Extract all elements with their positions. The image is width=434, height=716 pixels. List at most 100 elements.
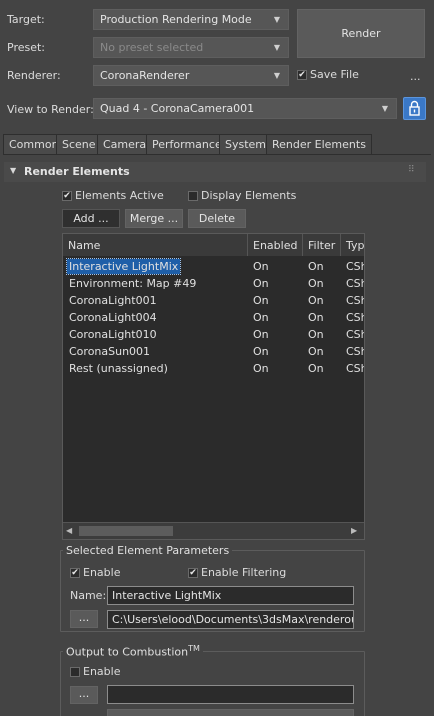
horizontal-scrollbar[interactable]: ◀ ▶ xyxy=(63,522,364,539)
chevron-down-icon: ▼ xyxy=(381,104,388,113)
combustion-enable-checkbox[interactable] xyxy=(70,667,80,677)
cell-enabled: On xyxy=(253,260,269,273)
cell-filter: On xyxy=(308,294,324,307)
merge-button[interactable]: Merge ... xyxy=(125,209,183,228)
table-row[interactable]: CoronaSun001 On On CSh xyxy=(63,343,364,360)
target-dropdown[interactable]: Production Rendering Mode ▼ xyxy=(93,9,289,30)
cell-filter: On xyxy=(308,362,324,375)
lock-view-button[interactable] xyxy=(403,97,426,120)
table-row[interactable]: CoronaLight004 On On CSh xyxy=(63,309,364,326)
cell-enabled: On xyxy=(253,345,269,358)
output-to-combustion-title: Output to CombustionTM xyxy=(63,644,203,659)
render-button[interactable]: Render xyxy=(297,9,425,58)
cell-enabled: On xyxy=(253,311,269,324)
cell-type: CSh xyxy=(346,277,364,290)
renderer-dropdown[interactable]: CoronaRenderer ▼ xyxy=(93,65,289,86)
element-name-input[interactable]: Interactive LightMix xyxy=(107,586,354,605)
table-row[interactable]: CoronaLight010 On On CSh xyxy=(63,326,364,343)
cell-name: CoronaLight001 xyxy=(69,294,157,307)
output-to-combustion-group xyxy=(60,651,365,716)
display-elements-label: Display Elements xyxy=(201,189,297,202)
cell-filter: On xyxy=(308,345,324,358)
save-file-label: Save File xyxy=(310,68,359,81)
cell-enabled: On xyxy=(253,362,269,375)
cell-enabled: On xyxy=(253,294,269,307)
table-row[interactable]: Interactive LightMix On On CSh xyxy=(63,258,364,275)
cell-filter: On xyxy=(308,311,324,324)
view-to-render-label: View to Render: xyxy=(7,103,94,116)
cell-name: Environment: Map #49 xyxy=(69,277,197,290)
cell-filter: On xyxy=(308,277,324,290)
table-row[interactable]: Environment: Map #49 On On CSh xyxy=(63,275,364,292)
tab-scene[interactable]: Scene xyxy=(56,134,102,154)
cell-type: CSh xyxy=(346,328,364,341)
browse-output-button[interactable]: ... xyxy=(70,610,98,628)
preset-label: Preset: xyxy=(7,41,46,54)
combustion-create-button[interactable] xyxy=(107,709,354,716)
combustion-browse-button[interactable]: ... xyxy=(70,686,98,704)
target-label: Target: xyxy=(7,13,45,26)
render-elements-list[interactable]: Name Enabled Filter Type Interactive Lig… xyxy=(62,233,365,540)
drag-handle-icon[interactable]: ⠿ xyxy=(408,165,415,175)
chevron-down-icon: ▼ xyxy=(273,15,280,24)
target-value: Production Rendering Mode xyxy=(100,13,252,26)
cell-type: CSh xyxy=(346,362,364,375)
cell-name: Interactive LightMix xyxy=(65,258,182,275)
tab-render-elements[interactable]: Render Elements xyxy=(266,134,372,155)
column-header-type[interactable]: Type xyxy=(341,234,364,256)
column-header-name[interactable]: Name xyxy=(63,234,248,256)
tab-performance[interactable]: Performance xyxy=(146,134,228,154)
cell-name: CoronaSun001 xyxy=(69,345,151,358)
view-to-render-dropdown[interactable]: Quad 4 - CoronaCamera001 ▼ xyxy=(93,98,397,119)
rollout-header[interactable]: ▼ Render Elements ⠿ xyxy=(4,162,426,182)
chevron-down-icon: ▼ xyxy=(273,71,280,80)
view-value: Quad 4 - CoronaCamera001 xyxy=(100,102,255,115)
preset-value: No preset selected xyxy=(100,41,204,54)
table-row[interactable]: Rest (unassigned) On On CSh xyxy=(63,360,364,377)
save-file-checkbox[interactable]: ✔ xyxy=(297,70,307,80)
enable-checkbox[interactable]: ✔ xyxy=(70,568,80,578)
cell-type: CSh xyxy=(346,311,364,324)
rollout-collapse-icon: ▼ xyxy=(10,166,17,175)
column-header-enabled[interactable]: Enabled xyxy=(248,234,303,256)
cell-name: CoronaLight010 xyxy=(69,328,157,341)
cell-enabled: On xyxy=(253,328,269,341)
combustion-title-text: Output to Combustion xyxy=(66,645,189,659)
scrollbar-thumb[interactable] xyxy=(79,526,173,536)
cell-name: Rest (unassigned) xyxy=(69,362,168,375)
cell-type: CSh xyxy=(346,345,364,358)
combustion-enable-label: Enable xyxy=(83,665,121,678)
elements-active-checkbox[interactable]: ✔ xyxy=(62,191,72,201)
combustion-path-input[interactable] xyxy=(107,685,354,704)
combustion-tm: TM xyxy=(188,644,200,653)
rollout-title: Render Elements xyxy=(24,165,130,178)
cell-type: CSh xyxy=(346,294,364,307)
renderer-label: Renderer: xyxy=(7,69,61,82)
column-header-filter[interactable]: Filter xyxy=(303,234,341,256)
tab-camera[interactable]: Camera xyxy=(97,134,153,154)
delete-button[interactable]: Delete xyxy=(188,209,246,228)
cell-filter: On xyxy=(308,328,324,341)
preset-dropdown[interactable]: No preset selected ▼ xyxy=(93,37,289,58)
table-row[interactable]: CoronaLight001 On On CSh xyxy=(63,292,364,309)
display-elements-checkbox[interactable] xyxy=(188,191,198,201)
cell-name: CoronaLight004 xyxy=(69,311,157,324)
more-button[interactable]: ... xyxy=(410,70,421,83)
cell-enabled: On xyxy=(253,277,269,290)
enable-filtering-checkbox[interactable]: ✔ xyxy=(188,568,198,578)
name-label: Name: xyxy=(70,589,107,602)
selected-element-parameters-title: Selected Element Parameters xyxy=(63,544,233,557)
elements-active-label: Elements Active xyxy=(75,189,164,202)
scroll-right-icon[interactable]: ▶ xyxy=(351,526,357,535)
scroll-left-icon[interactable]: ◀ xyxy=(66,526,72,535)
cell-type: CSh xyxy=(346,260,364,273)
lock-icon xyxy=(409,100,420,116)
tab-system[interactable]: System xyxy=(219,134,273,154)
renderer-value: CoronaRenderer xyxy=(100,69,190,82)
cell-filter: On xyxy=(308,260,324,273)
chevron-down-icon: ▼ xyxy=(273,43,280,52)
enable-label: Enable xyxy=(83,566,121,579)
add-button[interactable]: Add ... xyxy=(62,209,120,228)
enable-filtering-label: Enable Filtering xyxy=(201,566,287,579)
element-output-path-input[interactable]: C:\Users\elood\Documents\3dsMax\renderou… xyxy=(107,610,354,629)
